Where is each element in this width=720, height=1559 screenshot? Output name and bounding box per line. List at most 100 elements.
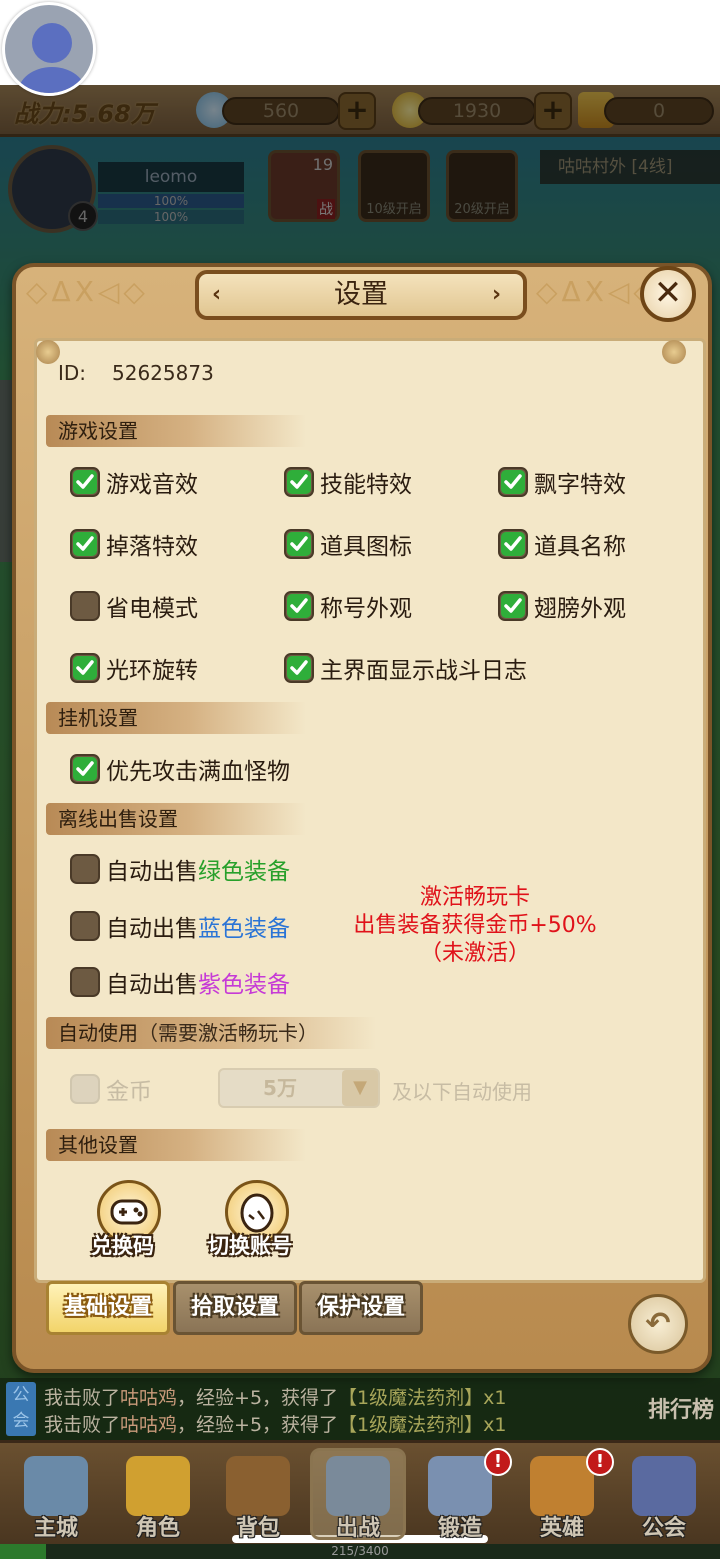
option-label: 游戏音效 xyxy=(106,472,198,498)
title-right-arrow-icon: › xyxy=(492,282,502,307)
tab-pickup-settings[interactable]: 拾取设置 xyxy=(173,1281,297,1335)
option-label: 掉落特效 xyxy=(106,534,198,560)
check-icon xyxy=(73,757,97,781)
nav-label: 角色 xyxy=(135,1516,180,1541)
checkbox-option[interactable]: 自动出售蓝色装备 xyxy=(70,906,290,946)
check-icon xyxy=(501,594,525,618)
checkbox-option[interactable]: 道具图标 xyxy=(284,524,412,564)
checkbox-option[interactable]: 游戏音效 xyxy=(70,462,198,502)
id-label: ID: xyxy=(58,361,87,385)
option-label: 光环旋转 xyxy=(106,658,198,684)
chat-line: 我击败了咕咕鸡，经验+5，获得了【1级魔法药剂】x1 xyxy=(44,1410,506,1437)
checkbox-option[interactable]: 主界面显示战斗日志 xyxy=(284,648,527,688)
nav-icon xyxy=(530,1456,594,1516)
chat-monster: 咕咕鸡 xyxy=(120,1387,178,1409)
checkbox-checked[interactable] xyxy=(284,591,314,621)
chat-text: ，经验+5，获得了 xyxy=(177,1387,339,1409)
checkbox-checked[interactable] xyxy=(498,529,528,559)
check-icon xyxy=(287,656,311,680)
close-button[interactable]: ✕ xyxy=(640,266,696,322)
nav-label: 主城 xyxy=(33,1516,78,1541)
checkbox-option[interactable]: 省电模式 xyxy=(70,586,198,626)
nav-icon xyxy=(428,1456,492,1516)
checkbox-option[interactable]: 翅膀外观 xyxy=(498,586,626,626)
profile-avatar[interactable] xyxy=(2,2,96,96)
vip-promo: 激活畅玩卡 出售装备获得金币+50% （未激活） xyxy=(330,884,620,968)
section-offline-sell: 离线出售设置 xyxy=(46,803,306,835)
chat-monster: 咕咕鸡 xyxy=(120,1414,178,1436)
checkbox-checked[interactable] xyxy=(284,653,314,683)
checkbox-checked[interactable] xyxy=(70,754,100,784)
nav-icon xyxy=(126,1456,190,1516)
checkbox-option[interactable]: 道具名称 xyxy=(498,524,626,564)
section-auto-use: 自动使用（需要激活畅玩卡） xyxy=(46,1017,376,1049)
redeem-code-label: 兑换码 xyxy=(91,1234,154,1258)
exp-text: 215/3400 xyxy=(331,1544,389,1558)
leaderboard-button[interactable]: 排行榜 xyxy=(648,1392,714,1424)
checkbox-option[interactable]: 掉落特效 xyxy=(70,524,198,564)
dialog-title: 设置 xyxy=(334,279,388,310)
checkbox-checked[interactable] xyxy=(498,467,528,497)
back-button[interactable]: ↶ xyxy=(628,1294,688,1354)
checkbox-unchecked[interactable] xyxy=(70,911,100,941)
promo-line: （未激活） xyxy=(419,941,530,966)
id-value: 52625873 xyxy=(112,361,214,385)
pin-icon xyxy=(36,340,60,364)
chat-item: 【1级魔法药剂】x1 xyxy=(338,1387,507,1409)
nav-label: 锻造 xyxy=(437,1516,482,1541)
nav-label: 英雄 xyxy=(539,1516,584,1541)
section-game-settings: 游戏设置 xyxy=(46,415,306,447)
chat-item: 【1级魔法药剂】x1 xyxy=(338,1414,507,1436)
notification-badge: ! xyxy=(484,1448,512,1476)
checkbox-unchecked[interactable] xyxy=(70,967,100,997)
checkbox-checked[interactable] xyxy=(70,653,100,683)
coin-threshold-value: 5万 xyxy=(263,1076,297,1100)
checkbox-checked[interactable] xyxy=(284,467,314,497)
checkbox-option[interactable]: 飘字特效 xyxy=(498,462,626,502)
checkbox-option[interactable]: 自动出售绿色装备 xyxy=(70,849,290,889)
option-label: 自动出售蓝色装备 xyxy=(106,909,290,943)
checkbox-checked[interactable] xyxy=(70,467,100,497)
checkbox-option[interactable]: 自动出售紫色装备 xyxy=(70,962,290,1002)
check-icon xyxy=(73,532,97,556)
checkbox-option[interactable]: 技能特效 xyxy=(284,462,412,502)
promo-line: 出售装备获得金币+50% xyxy=(353,913,597,938)
checkbox-option[interactable]: 光环旋转 xyxy=(70,648,198,688)
option-label: 称号外观 xyxy=(320,596,412,622)
check-icon xyxy=(73,470,97,494)
chevron-down-icon[interactable]: ▼ xyxy=(342,1070,378,1106)
check-icon xyxy=(287,532,311,556)
checkbox[interactable] xyxy=(70,1074,100,1104)
tab-protection-settings[interactable]: 保护设置 xyxy=(299,1281,423,1335)
check-icon xyxy=(287,470,311,494)
option-label: 道具名称 xyxy=(534,534,626,560)
option-label: 翅膀外观 xyxy=(534,596,626,622)
chat-channel-tag[interactable]: 公会 xyxy=(6,1382,36,1436)
notification-badge: ! xyxy=(586,1448,614,1476)
section-auto-use-title: 自动使用 xyxy=(58,1021,138,1045)
sell-prefix: 自动出售 xyxy=(106,972,198,998)
title-left-arrow-icon: ‹ xyxy=(212,282,222,307)
checkbox-checked[interactable] xyxy=(70,529,100,559)
checkbox-unchecked[interactable] xyxy=(70,854,100,884)
option-label: 自动出售绿色装备 xyxy=(106,852,290,886)
nav-icon xyxy=(226,1456,290,1516)
sell-quality: 紫色装备 xyxy=(198,972,290,998)
tab-basic-settings[interactable]: 基础设置 xyxy=(46,1281,170,1335)
promo-line: 激活畅玩卡 xyxy=(419,885,530,910)
checkbox-checked[interactable] xyxy=(498,591,528,621)
checkbox-unchecked[interactable] xyxy=(70,591,100,621)
switch-account-label: 切换账号 xyxy=(208,1234,292,1258)
auto-use-gold-option[interactable]: 金币 xyxy=(70,1069,152,1109)
chat-text: 我击败了 xyxy=(44,1387,121,1409)
checkbox-option[interactable]: 优先攻击满血怪物 xyxy=(70,749,290,789)
check-icon xyxy=(501,532,525,556)
option-label: 优先攻击满血怪物 xyxy=(106,759,290,785)
checkbox-checked[interactable] xyxy=(284,529,314,559)
checkbox-option[interactable]: 称号外观 xyxy=(284,586,412,626)
auto-use-suffix: 及以下自动使用 xyxy=(392,1080,532,1104)
nav-label: 出战 xyxy=(335,1516,380,1541)
sell-prefix: 自动出售 xyxy=(106,859,198,885)
sell-quality: 绿色装备 xyxy=(198,859,290,885)
check-icon xyxy=(501,470,525,494)
